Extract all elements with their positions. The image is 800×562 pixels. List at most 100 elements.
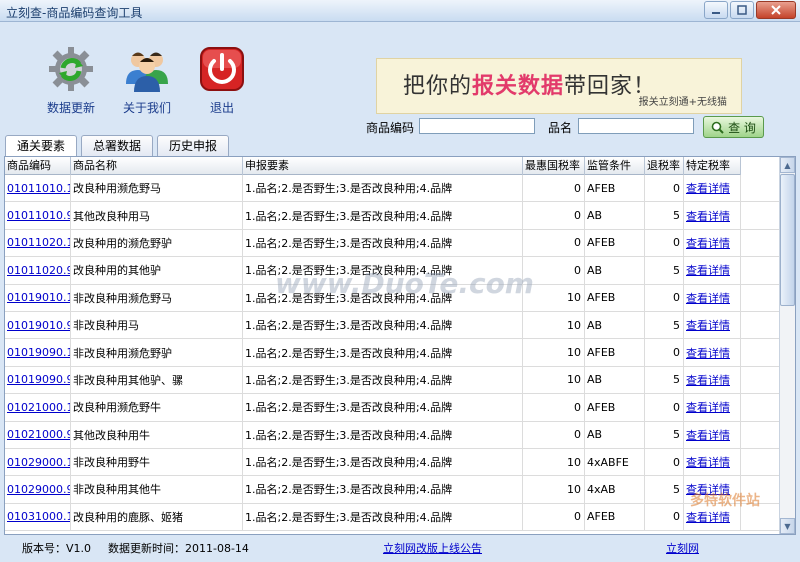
cell-supervision: 4xAB bbox=[587, 482, 616, 496]
table-row[interactable]: 01021000.90其他改良种用牛 1.品名;2.是否野生;3.是否改良种用;4… bbox=[5, 421, 781, 449]
table-cell: 查看详情 bbox=[684, 175, 741, 202]
cell-detail-link[interactable]: 查看详情 bbox=[686, 345, 730, 361]
table-cell: 其他改良种用马 bbox=[71, 202, 243, 229]
table-cell: 0 bbox=[523, 229, 585, 257]
table-row[interactable]: 01011020.10改良种用的濒危野驴 1.品名;2.是否野生;3.是否改良种用… bbox=[5, 229, 781, 258]
cell-rebate-rate: 5 bbox=[673, 209, 680, 223]
cell-detail-link[interactable]: 查看详情 bbox=[686, 208, 730, 224]
maximize-button[interactable] bbox=[730, 1, 754, 19]
table-row[interactable]: 01011010.10改良种用濒危野马 1.品名;2.是否野生;3.是否改良种用;… bbox=[5, 175, 781, 203]
cell-name: 非改良种用濒危野马 bbox=[73, 291, 172, 305]
minimize-button[interactable] bbox=[704, 1, 728, 19]
code-label: 商品编码 bbox=[366, 121, 415, 135]
table-cell: 10 bbox=[523, 476, 585, 503]
col-header-elements[interactable]: 申报要素 bbox=[243, 157, 523, 175]
table-cell: AFEB bbox=[585, 503, 645, 531]
col-header-name[interactable]: 商品名称 bbox=[71, 157, 243, 175]
cell-code[interactable]: 01011010.10 bbox=[7, 182, 70, 195]
exit-button[interactable]: 退出 bbox=[187, 44, 257, 116]
table-cell: 0 bbox=[645, 339, 684, 366]
cell-detail-link[interactable]: 查看详情 bbox=[686, 262, 730, 278]
ad-banner[interactable]: 把你的报关数据带回家！ 报关立刻通+无线猫 bbox=[376, 58, 742, 114]
cell-code[interactable]: 01011020.90 bbox=[7, 264, 70, 277]
cell-supervision: AFEB bbox=[587, 346, 616, 360]
table-cell: 0 bbox=[645, 284, 684, 311]
cell-code[interactable]: 01029000.10 bbox=[7, 456, 70, 469]
name-input[interactable] bbox=[578, 118, 694, 134]
update-time-text: 数据更新时间：2011-08-14 bbox=[108, 542, 249, 555]
cell-detail-link[interactable]: 查看详情 bbox=[686, 427, 730, 443]
col-header-supervision[interactable]: 监管条件 bbox=[585, 157, 645, 175]
table-row[interactable]: 01019010.90非改良种用马 1.品名;2.是否野生;3.是否改良种用;4.… bbox=[5, 311, 781, 340]
banner-text-before: 把你的 bbox=[403, 74, 473, 99]
scroll-up-button[interactable]: ▲ bbox=[780, 157, 795, 173]
table-cell: 查看详情 bbox=[684, 311, 741, 339]
cell-code[interactable]: 01031000.10 bbox=[7, 510, 70, 523]
cell-detail-link[interactable]: 查看详情 bbox=[686, 399, 730, 415]
cell-detail-link[interactable]: 查看详情 bbox=[686, 454, 730, 470]
cell-code[interactable]: 01019010.90 bbox=[7, 319, 70, 332]
table-cell: AB bbox=[585, 257, 645, 284]
cell-rebate-rate: 5 bbox=[673, 373, 680, 387]
cell-supervision: AB bbox=[587, 318, 603, 332]
banner-headline: 把你的报关数据带回家！ bbox=[403, 68, 656, 100]
close-icon bbox=[771, 5, 781, 15]
col-header-code[interactable]: 商品编码 bbox=[5, 157, 71, 175]
table-row[interactable]: 01019090.90非改良种用其他驴、骡 1.品名;2.是否野生;3.是否改良种… bbox=[5, 366, 781, 395]
cell-rebate-rate: 0 bbox=[673, 236, 680, 250]
cell-supervision: AFEB bbox=[587, 236, 616, 250]
table-row[interactable]: 01021000.10改良种用濒危野牛 1.品名;2.是否野生;3.是否改良种用;… bbox=[5, 394, 781, 422]
cell-name: 其他改良种用牛 bbox=[73, 428, 150, 442]
scroll-thumb[interactable] bbox=[780, 174, 795, 306]
table-cell: 非改良种用濒危野驴 bbox=[71, 339, 243, 366]
code-input[interactable] bbox=[419, 118, 535, 134]
table-row[interactable]: 01011010.90其他改良种用马 1.品名;2.是否野生;3.是否改良种用;4… bbox=[5, 202, 781, 230]
close-button[interactable] bbox=[756, 1, 796, 19]
table-row[interactable]: 01029000.10非改良种用野牛 1.品名;2.是否野生;3.是否改良种用;4… bbox=[5, 448, 781, 477]
cell-detail-link[interactable]: 查看详情 bbox=[686, 372, 730, 388]
cell-code[interactable]: 01019090.90 bbox=[7, 373, 70, 386]
table-row[interactable]: 01019090.10非改良种用濒危野驴 1.品名;2.是否野生;3.是否改良种用… bbox=[5, 339, 781, 367]
table-cell: 非改良种用野牛 bbox=[71, 448, 243, 476]
cell-detail-link[interactable]: 查看详情 bbox=[686, 509, 730, 525]
scroll-down-button[interactable]: ▼ bbox=[780, 518, 795, 534]
col-header-rebate-rate[interactable]: 退税率 bbox=[645, 157, 684, 175]
query-button[interactable]: 查 询 bbox=[703, 116, 764, 138]
cell-code[interactable]: 01019090.10 bbox=[7, 346, 70, 359]
table-cell: 1.品名;2.是否野生;3.是否改良种用;4.品牌 bbox=[243, 175, 523, 202]
toolbar: 数据更新 关于我们 退出 把你的报关数据带回家！ 报关立刻通+无线猫 bbox=[0, 22, 800, 132]
table-cell: 01031000.10 bbox=[5, 503, 71, 531]
table-cell: 其他改良种用牛 bbox=[71, 421, 243, 448]
cell-name: 改良种用的其他驴 bbox=[73, 264, 161, 278]
tab-general-admin-data[interactable]: 总署数据 bbox=[81, 135, 154, 156]
cell-supervision: AB bbox=[587, 428, 603, 442]
cell-code[interactable]: 01011010.90 bbox=[7, 209, 70, 222]
tab-customs-elements[interactable]: 通关要素 bbox=[5, 135, 78, 156]
cell-detail-link[interactable]: 查看详情 bbox=[686, 317, 730, 333]
col-header-special-rate[interactable]: 特定税率 bbox=[684, 157, 741, 175]
about-us-button[interactable]: 关于我们 bbox=[112, 44, 182, 116]
cell-detail-link[interactable]: 查看详情 bbox=[686, 235, 730, 251]
table-cell: 查看详情 bbox=[684, 394, 741, 421]
notice-link[interactable]: 立刻网改版上线公告 bbox=[383, 540, 482, 556]
cell-code[interactable]: 01011020.10 bbox=[7, 236, 70, 249]
cell-code[interactable]: 01019010.10 bbox=[7, 291, 70, 304]
cell-code[interactable]: 01021000.10 bbox=[7, 401, 70, 414]
table-cell: 1.品名;2.是否野生;3.是否改良种用;4.品牌 bbox=[243, 311, 523, 339]
cell-mfn-rate: 0 bbox=[574, 263, 581, 277]
col-header-mfn-rate[interactable]: 最惠国税率 bbox=[523, 157, 585, 175]
table-cell: 5 bbox=[645, 202, 684, 229]
table-row[interactable]: 01031000.10改良种用的鹿豚、姬猪 1.品名;2.是否野生;3.是否改良种… bbox=[5, 503, 781, 532]
vertical-scrollbar[interactable]: ▲ ▼ bbox=[779, 157, 795, 534]
cell-detail-link[interactable]: 查看详情 bbox=[686, 290, 730, 306]
cell-code[interactable]: 01029000.90 bbox=[7, 483, 70, 496]
table-row[interactable]: 01029000.90非改良种用其他牛 1.品名;2.是否野生;3.是否改良种用;… bbox=[5, 476, 781, 504]
tab-bar: 通关要素 总署数据 历史申报 bbox=[5, 135, 230, 156]
table-cell: 查看详情 bbox=[684, 257, 741, 284]
update-data-button[interactable]: 数据更新 bbox=[36, 44, 106, 116]
cell-code[interactable]: 01021000.90 bbox=[7, 428, 70, 441]
tab-history-declaration[interactable]: 历史申报 bbox=[157, 135, 230, 156]
site-link[interactable]: 立刻网 bbox=[666, 540, 699, 556]
cell-rebate-rate: 5 bbox=[673, 428, 680, 442]
cell-detail-link[interactable]: 查看详情 bbox=[686, 180, 730, 196]
